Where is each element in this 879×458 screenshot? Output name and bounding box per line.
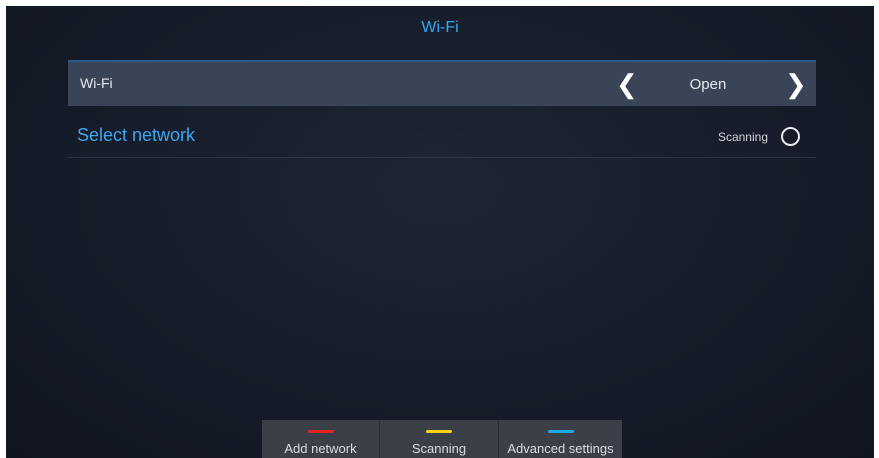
chevron-right-icon[interactable]: ❯ — [785, 69, 807, 99]
add-network-button[interactable]: Add network — [262, 420, 380, 458]
wifi-row-label: Wi-Fi — [80, 75, 113, 91]
red-key-indicator — [307, 430, 334, 433]
blue-key-indicator — [547, 430, 574, 433]
scanning-button[interactable]: Scanning — [380, 420, 499, 458]
page-title: Wi-Fi — [421, 19, 459, 36]
scanning-status: Scanning — [717, 130, 768, 144]
chevron-left-icon[interactable]: ❮ — [616, 69, 638, 99]
wifi-toggle-row[interactable]: Wi-Fi ❮ Open ❯ — [68, 60, 816, 106]
select-network-heading: Select network — [77, 125, 196, 145]
yellow-key-indicator — [426, 430, 452, 433]
bottom-action-bar: Add network Scanning Advanced settings — [262, 420, 622, 458]
scanning-label: Scanning — [411, 441, 467, 456]
select-network-row: Select network Scanning — [68, 112, 816, 158]
add-network-label: Add network — [284, 441, 357, 456]
loading-circle-icon — [781, 127, 800, 146]
settings-screen: Wi-Fi Wi-Fi ❮ Open ❯ Select network Scan… — [6, 6, 874, 458]
wifi-state-value: Open — [689, 76, 727, 93]
advanced-settings-button[interactable]: Advanced settings — [499, 420, 622, 458]
advanced-settings-label: Advanced settings — [507, 441, 614, 456]
